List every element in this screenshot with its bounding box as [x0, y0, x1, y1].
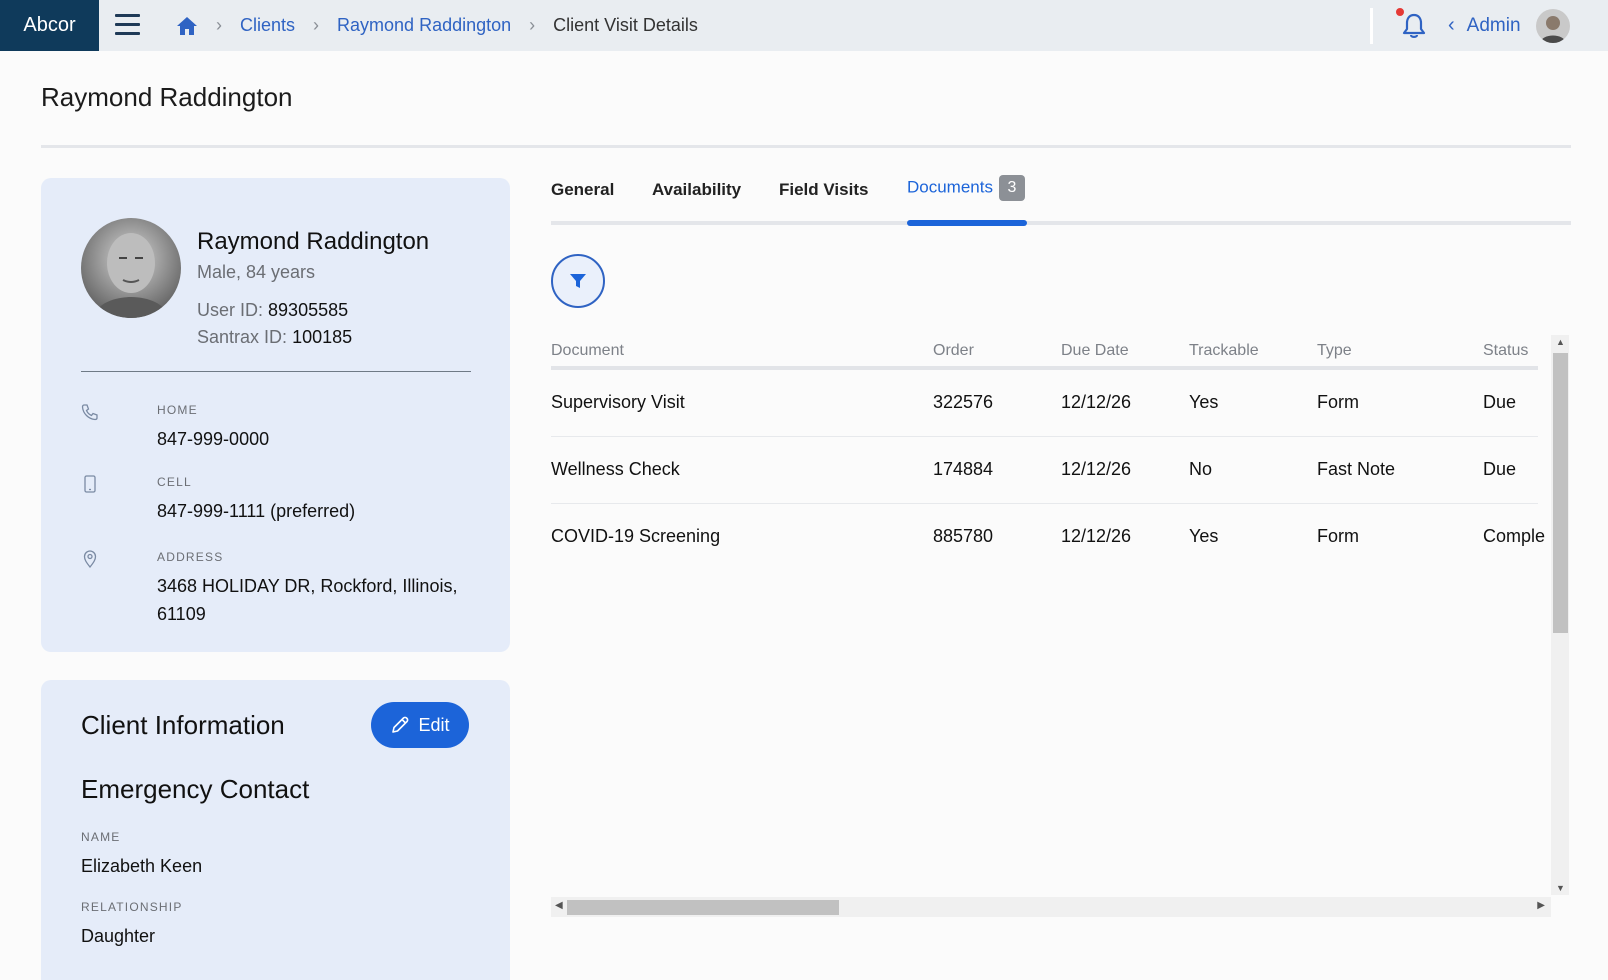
- bell-icon[interactable]: [1400, 12, 1428, 40]
- user-name: Admin: [1466, 14, 1521, 36]
- address: 3468 HOLIDAY DR, Rockford, Illinois, 611…: [157, 576, 458, 624]
- emergency-contact-title: Emergency Contact: [81, 774, 310, 804]
- filter-icon: [570, 274, 586, 288]
- contact-name: Elizabeth Keen: [81, 856, 203, 876]
- client-photo: [81, 218, 181, 318]
- cell-phone[interactable]: 847-999-1111 (preferred): [157, 497, 487, 525]
- breadcrumb-client[interactable]: Raymond Raddington: [337, 15, 511, 36]
- vertical-scrollbar[interactable]: ▲ ▼: [1551, 335, 1569, 895]
- col-type[interactable]: Type: [1317, 342, 1352, 360]
- table-row[interactable]: COVID-19 Screening 885780 12/12/26 Yes F…: [551, 504, 1545, 571]
- table-row[interactable]: Wellness Check 174884 12/12/26 No Fast N…: [551, 437, 1538, 504]
- contact-name-label: NAME: [81, 830, 121, 844]
- col-status[interactable]: Status: [1483, 342, 1528, 360]
- table-row[interactable]: Supervisory Visit 322576 12/12/26 Yes Fo…: [551, 370, 1538, 437]
- horizontal-scrollbar[interactable]: ◀ ▶: [551, 897, 1551, 917]
- client-name: Raymond Raddington: [197, 228, 430, 255]
- scroll-right-icon[interactable]: ▶: [1537, 900, 1545, 911]
- tab-field-visits[interactable]: Field Visits: [779, 180, 868, 200]
- chevron-right-icon: ›: [529, 15, 536, 35]
- scroll-down-icon[interactable]: ▼: [1556, 883, 1565, 893]
- tab-rail: [551, 221, 1571, 225]
- profile-divider: [81, 371, 471, 372]
- col-order[interactable]: Order: [933, 342, 974, 360]
- active-tab-indicator: [907, 220, 1027, 226]
- chevron-left-icon: ‹: [1448, 14, 1455, 36]
- client-gender-age: Male, 84 years: [197, 262, 316, 282]
- avatar[interactable]: [1536, 9, 1570, 43]
- breadcrumb-current: Client Visit Details: [553, 15, 698, 35]
- top-bar: Abcor › Clients › Raymond Raddington › C…: [0, 0, 1608, 51]
- pencil-icon: [392, 716, 409, 733]
- tab-availability[interactable]: Availability: [652, 180, 741, 200]
- phone-icon: [81, 404, 98, 421]
- col-trackable[interactable]: Trackable: [1189, 342, 1259, 360]
- location-pin-icon: [83, 550, 97, 568]
- mobile-icon: [84, 475, 96, 493]
- user-id: User ID: 89305585: [197, 300, 349, 320]
- page-title: Raymond Raddington: [41, 82, 293, 112]
- col-due-date[interactable]: Due Date: [1061, 342, 1129, 360]
- col-document[interactable]: Document: [551, 342, 624, 360]
- tab-general[interactable]: General: [551, 180, 614, 200]
- chevron-right-icon: ›: [313, 15, 320, 35]
- relationship-label: RELATIONSHIP: [81, 900, 183, 914]
- horizontal-scroll-thumb[interactable]: [567, 900, 839, 915]
- chevron-right-icon: ›: [216, 15, 222, 35]
- menu-icon[interactable]: [115, 14, 140, 36]
- user-menu[interactable]: ‹ Admin: [1448, 0, 1521, 51]
- client-information-title: Client Information: [81, 710, 285, 740]
- title-divider: [41, 145, 1571, 148]
- documents-table: Document Order Due Date Trackable Type S…: [551, 332, 1551, 892]
- relationship: Daughter: [81, 926, 156, 946]
- scroll-up-icon[interactable]: ▲: [1556, 337, 1565, 347]
- brand-logo[interactable]: Abcor: [0, 0, 99, 51]
- santrax-id: Santrax ID: 100185: [197, 327, 353, 347]
- scroll-left-icon[interactable]: ◀: [555, 900, 563, 911]
- vertical-scroll-thumb[interactable]: [1553, 353, 1568, 633]
- table-header: Document Order Due Date Trackable Type S…: [551, 332, 1538, 370]
- home-icon[interactable]: [176, 16, 198, 36]
- tab-bar: General Availability Field Visits Docume…: [551, 170, 1571, 226]
- edit-button[interactable]: Edit: [371, 702, 469, 748]
- filter-button[interactable]: [551, 254, 605, 308]
- home-phone[interactable]: 847-999-0000: [157, 425, 487, 453]
- header-divider: [1370, 8, 1373, 44]
- breadcrumb: › Clients › Raymond Raddington › Client …: [176, 0, 698, 51]
- breadcrumb-clients[interactable]: Clients: [240, 15, 295, 36]
- tab-documents[interactable]: Documents 3: [907, 175, 1025, 201]
- documents-count-badge: 3: [998, 175, 1025, 201]
- client-information-card: Client Information Edit Emergency Contac…: [41, 680, 510, 980]
- client-profile-card: Raymond Raddington Male, 84 years User I…: [41, 178, 510, 652]
